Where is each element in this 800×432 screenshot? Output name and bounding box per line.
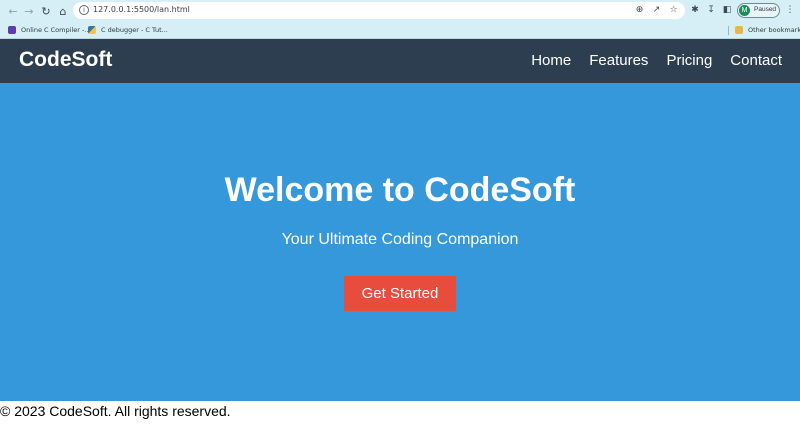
forward-icon[interactable]: →	[21, 3, 37, 19]
other-bookmarks[interactable]: Other bookmarks	[735, 24, 800, 36]
address-url[interactable]: 127.0.0.1:5500/lan.html	[93, 5, 190, 14]
bookmark-item[interactable]: Online C Compiler -...	[8, 24, 91, 36]
download-icon[interactable]: ↧	[704, 3, 718, 17]
nav-contact[interactable]: Contact	[730, 52, 782, 69]
hero-section: Welcome to CodeSoft Your Ultimate Coding…	[0, 83, 800, 401]
python-favicon-icon	[88, 26, 96, 34]
nav-features[interactable]: Features	[589, 52, 648, 69]
extensions-icon[interactable]: ✱	[688, 3, 702, 17]
hero-subtitle: Your Ultimate Coding Companion	[281, 231, 519, 248]
kebab-menu-icon[interactable]: ⋮	[783, 3, 797, 17]
hero-title: Welcome to CodeSoft	[224, 171, 576, 209]
get-started-button[interactable]: Get Started	[344, 276, 456, 311]
home-icon[interactable]: ⌂	[55, 3, 71, 19]
side-panel-icon[interactable]: ◧	[720, 3, 734, 17]
address-bar[interactable]: i 127.0.0.1:5500/lan.html ⊕ ↗ ☆	[73, 2, 685, 19]
avatar: M	[739, 5, 750, 16]
bookmark-item[interactable]: C debugger - C Tut...	[88, 24, 168, 36]
nav-home[interactable]: Home	[531, 52, 571, 69]
bookmarks-divider	[728, 26, 729, 35]
browser-chrome: ← → ↻ ⌂ i 127.0.0.1:5500/lan.html ⊕ ↗ ☆ …	[0, 0, 800, 39]
compiler-favicon-icon	[8, 26, 16, 34]
profile-status: Paused	[754, 6, 777, 13]
bookmarks-bar: Online C Compiler -... C debugger - C Tu…	[0, 22, 800, 38]
main-nav: Home Features Pricing Contact	[531, 52, 782, 69]
site-footer: © 2023 CodeSoft. All rights reserved.	[0, 401, 800, 432]
zoom-icon[interactable]: ⊕	[633, 4, 646, 17]
bookmark-star-icon[interactable]: ☆	[667, 4, 680, 17]
share-icon[interactable]: ↗	[650, 4, 663, 17]
site-info-icon[interactable]: i	[79, 5, 89, 15]
profile-button[interactable]: M Paused	[737, 3, 780, 18]
reload-icon[interactable]: ↻	[38, 3, 54, 19]
copyright-text: © 2023 CodeSoft. All rights reserved.	[0, 403, 231, 419]
nav-pricing[interactable]: Pricing	[666, 52, 712, 69]
browser-toolbar: ← → ↻ ⌂ i 127.0.0.1:5500/lan.html ⊕ ↗ ☆ …	[0, 0, 800, 21]
folder-icon	[735, 26, 743, 34]
site-header: CodeSoft Home Features Pricing Contact	[0, 39, 800, 83]
back-icon[interactable]: ←	[5, 3, 21, 19]
brand-logo[interactable]: CodeSoft	[19, 48, 112, 72]
